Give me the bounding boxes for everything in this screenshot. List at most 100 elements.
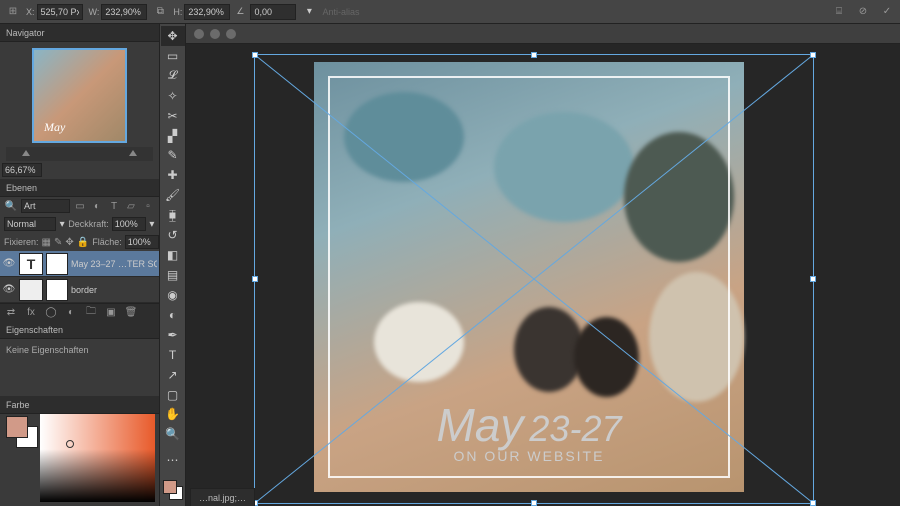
group-icon[interactable]: 🗀 [84,306,98,320]
eyedropper-tool[interactable]: ✎ [161,146,185,166]
link-icon[interactable]: ⧉ [153,5,167,19]
w-input[interactable] [101,4,147,20]
foreground-swatch[interactable] [6,416,28,438]
filter-shape-icon[interactable]: ▱ [124,199,138,213]
layer-mask-thumb[interactable] [46,279,68,301]
hand-tool[interactable]: ✋ [161,405,185,425]
crop-tool[interactable]: ✂ [161,106,185,126]
trash-icon[interactable]: 🗑 [124,306,138,320]
layer-thumb-type-icon: T [19,253,43,275]
color-marker[interactable] [66,440,74,448]
layers-header[interactable]: Ebenen [0,179,159,197]
heal-tool[interactable]: ✚ [161,165,185,185]
window-close-icon[interactable] [194,29,204,39]
link-layers-icon[interactable]: ⇄ [4,306,18,320]
layer-filter-select[interactable] [21,199,70,213]
chevron-down-icon[interactable]: ▾ [59,217,65,231]
blend-mode-select[interactable] [4,217,56,231]
layer-name[interactable]: May 23–27 …TER SQUARE [71,259,157,269]
left-panels: Navigator 66,67% Ebenen 🔍 ▭ ◐ T ▱ ▫ ▾ De… [0,24,160,506]
filter-smart-icon[interactable]: ▫ [141,199,155,213]
history-brush-tool[interactable]: ↺ [161,225,185,245]
layer-list: 👁 T May 23–27 …TER SQUARE 👁 border [0,251,159,303]
color-panel: Farbe [0,396,159,506]
tools-palette: ✥ ▭ 𝓛 ✧ ✂ ▞ ✎ ✚ 🖌 ⧯ ↺ ◧ ▤ ◉ ◐ ✒ T ↗ ▢ ✋ … [160,24,186,506]
new-layer-icon[interactable]: ▣ [104,306,118,320]
document-tab[interactable]: …nal.jpg;… [190,488,255,506]
filter-pixel-icon[interactable]: ▭ [73,199,87,213]
navigator-header[interactable]: Navigator [0,24,159,42]
stamp-tool[interactable]: ⧯ [161,205,185,225]
handle-tr[interactable] [810,52,816,58]
wand-tool[interactable]: ✧ [161,86,185,106]
type-tool[interactable]: T [161,345,185,365]
color-field[interactable] [40,414,155,502]
transform-ref-icon[interactable]: ⊞ [6,5,20,19]
opacity-input[interactable] [112,217,146,231]
adjustment-icon[interactable]: ◐ [64,306,78,320]
handle-tm[interactable] [531,52,537,58]
dodge-tool[interactable]: ◐ [161,305,185,325]
fg-swatch[interactable] [163,480,177,494]
rect-tool[interactable]: ▢ [161,385,185,405]
mask-icon[interactable]: ◯ [44,306,58,320]
transform-bounding-box[interactable] [254,54,814,504]
navigator-zoom-value[interactable]: 66,67% [2,163,42,177]
handle-br[interactable] [810,500,816,506]
angle-field [250,4,296,20]
pen-tool[interactable]: ✒ [161,325,185,345]
gradient-tool[interactable]: ▤ [161,265,185,285]
layer-mask-thumb[interactable] [46,253,68,275]
lasso-tool[interactable]: 𝓛 [161,66,185,86]
frame-tool[interactable]: ▞ [161,126,185,146]
search-icon: 🔍 [4,199,18,213]
document-area: May23-27 ON OUR WEBSITE …nal.jpg;… [186,24,900,506]
fx-icon[interactable]: fx [24,306,38,320]
layers-footer: ⇄ fx ◯ ◐ 🗀 ▣ 🗑 [0,303,159,321]
h-input[interactable] [184,4,230,20]
warp-icon[interactable]: ⌸ [832,5,846,19]
navigator-thumbnail[interactable] [32,48,127,143]
interp-dropdown[interactable]: ▾ [302,5,316,19]
lock-brush-icon[interactable]: ✎ [54,235,62,249]
tool-swatches[interactable] [161,478,185,506]
ellipsis-icon[interactable]: ⋯ [161,450,185,470]
x-field: X: [26,4,83,20]
eraser-tool[interactable]: ◧ [161,245,185,265]
marquee-tool[interactable]: ▭ [161,46,185,66]
layer-item[interactable]: 👁 border [0,277,159,303]
visibility-icon[interactable]: 👁 [2,258,16,269]
fill-input[interactable] [125,235,159,249]
handle-bm[interactable] [531,500,537,506]
zoom-tool[interactable]: 🔍 [161,424,185,444]
cancel-icon[interactable]: ⊘ [856,5,870,19]
document-titlebar[interactable] [186,24,900,44]
x-input[interactable] [37,4,83,20]
lock-pos-icon[interactable]: ✥ [65,235,73,249]
h-field: H: [173,4,230,20]
anti-alias-label: Anti-alias [322,7,359,17]
color-header[interactable]: Farbe [0,396,159,414]
path-tool[interactable]: ↗ [161,365,185,385]
blur-tool[interactable]: ◉ [161,285,185,305]
layer-thumb [19,279,43,301]
lock-pixels-icon[interactable]: ▦ [42,235,51,249]
navigator-zoom-slider[interactable] [6,147,153,161]
layer-name[interactable]: border [71,285,157,295]
brush-tool[interactable]: 🖌 [161,185,185,205]
commit-icon[interactable]: ✓ [880,5,894,19]
lock-all-icon[interactable]: 🔒 [77,235,89,249]
move-tool[interactable]: ✥ [161,26,185,46]
window-max-icon[interactable] [226,29,236,39]
handle-mr[interactable] [810,276,816,282]
handle-ml[interactable] [252,276,258,282]
handle-tl[interactable] [252,52,258,58]
chevron-down-icon[interactable]: ▾ [149,217,155,231]
filter-adjust-icon[interactable]: ◐ [90,199,104,213]
window-min-icon[interactable] [210,29,220,39]
layer-item[interactable]: 👁 T May 23–27 …TER SQUARE [0,251,159,277]
filter-type-icon[interactable]: T [107,199,121,213]
angle-input[interactable] [250,4,296,20]
visibility-icon[interactable]: 👁 [2,284,16,295]
properties-header[interactable]: Eigenschaften [0,321,159,339]
